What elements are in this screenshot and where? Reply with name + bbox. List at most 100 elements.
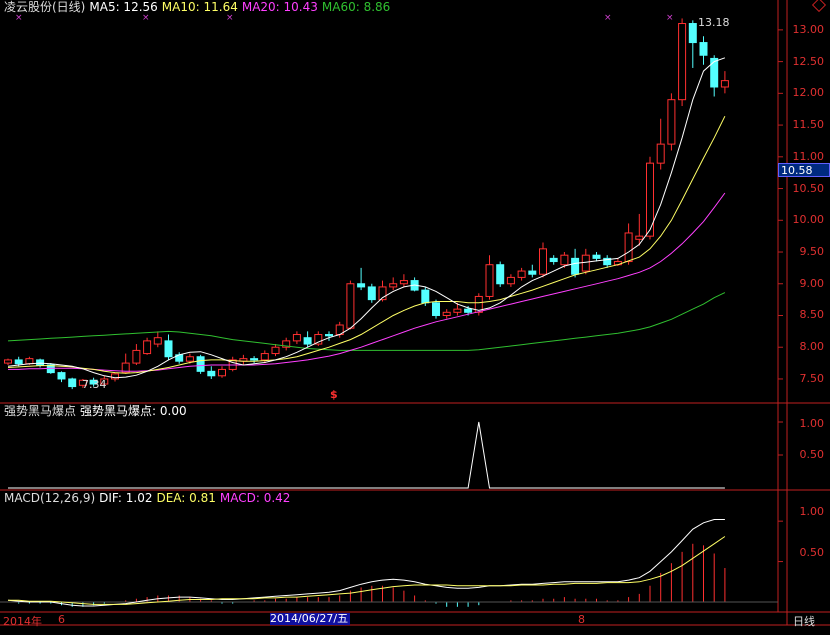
- macd-value-label: MACD: 0.42: [219, 491, 291, 505]
- macd-header: MACD(12,26,9) DIF: 1.02 DEA: 0.81 MACD: 0.4…: [4, 491, 294, 505]
- candle[interactable]: [432, 299, 440, 319]
- price-axis-label: 12.50: [792, 54, 825, 68]
- candle-body: [185, 356, 194, 362]
- candle-body: [560, 254, 569, 266]
- candle-body: [292, 334, 301, 342]
- price-axis-label: 10.50: [792, 181, 825, 195]
- candle-body: [539, 248, 547, 275]
- candle-body: [68, 378, 77, 388]
- price-axis-label: 9.00: [799, 276, 825, 290]
- candle-body: [506, 276, 515, 285]
- candle-body: [36, 359, 45, 366]
- indicator1-title: 强势黑马爆点: [4, 404, 77, 418]
- candle-body: [517, 270, 526, 278]
- year-label: 2014年: [3, 615, 42, 628]
- candle-body: [678, 23, 687, 101]
- stock-chart[interactable]: × × × × ×: [0, 0, 830, 635]
- candle-body: [464, 308, 473, 313]
- month-label-6: 6: [58, 613, 65, 626]
- candle-body: [143, 340, 152, 355]
- candle-body: [196, 356, 205, 372]
- price-axis-label: 11.00: [792, 149, 825, 163]
- top-x-marker-icon: ×: [142, 13, 150, 23]
- dif-label: DIF: 1.02: [99, 491, 153, 505]
- signal-dollar-icon: $: [330, 388, 338, 401]
- candle[interactable]: [667, 93, 676, 151]
- candle-body: [624, 232, 633, 263]
- candle-body: [432, 302, 440, 316]
- candle-body: [549, 257, 558, 263]
- candle-body: [720, 80, 729, 88]
- candle-body: [442, 311, 451, 316]
- candle-body: [592, 254, 601, 259]
- candle-body: [528, 270, 537, 275]
- ma20-label: MA20: 10.43: [241, 0, 318, 14]
- candle-body: [346, 283, 355, 329]
- ma5-label: MA5: 12.56: [89, 0, 158, 14]
- indicator1-axis-1: 1.00: [799, 417, 825, 430]
- candle-body: [421, 289, 430, 304]
- candle[interactable]: [678, 18, 687, 107]
- candle-body: [357, 283, 366, 288]
- indicator1-axis-0.5: 0.50: [799, 448, 825, 461]
- candle-body: [667, 99, 676, 145]
- indicator1-value: 强势黑马爆点: 0.00: [80, 404, 187, 418]
- month-label-8: 8: [578, 613, 585, 626]
- macd-axis-1: 1.00: [799, 505, 825, 518]
- date-cursor-box: 2014/06/27/五: [270, 612, 350, 625]
- top-x-marker-icon: ×: [604, 13, 612, 23]
- candle-body: [271, 346, 280, 355]
- ma60-label: MA60: 8.86: [321, 0, 391, 14]
- candle-body: [496, 264, 505, 285]
- candle-body: [635, 235, 644, 240]
- candle-body: [260, 353, 269, 361]
- top-x-marker-icon: ×: [666, 13, 674, 23]
- price-axis-label: 9.50: [799, 245, 825, 259]
- candle-body: [399, 280, 408, 285]
- price-axis-label: 7.50: [799, 371, 825, 385]
- candle[interactable]: [496, 261, 505, 287]
- price-axis-label: 12.00: [792, 86, 825, 100]
- dea-label: DEA: 0.81: [156, 491, 216, 505]
- candle-body: [656, 143, 665, 164]
- high-price-label: 13.18: [698, 16, 730, 29]
- period-button[interactable]: 日线: [793, 613, 815, 629]
- candle-body: [153, 337, 162, 345]
- candle[interactable]: [196, 354, 205, 374]
- price-axis-label: 13.00: [792, 22, 825, 36]
- candle[interactable]: [346, 280, 355, 330]
- candle-body: [218, 368, 226, 377]
- indicator1-header: 强势黑马爆点 强势黑马爆点: 0.00: [4, 404, 191, 418]
- low-price-label: 7.34: [82, 378, 107, 391]
- candle-body: [710, 57, 719, 88]
- price-axis-label: 8.00: [799, 340, 825, 354]
- candle-body: [250, 358, 259, 361]
- candle-body: [4, 359, 12, 364]
- price-axis-label: 11.50: [792, 118, 825, 132]
- price-axis-label: 8.50: [799, 308, 825, 322]
- candle-body: [164, 340, 173, 358]
- macd-axis-0.5: 0.50: [799, 546, 825, 559]
- top-x-marker-icon: ×: [226, 13, 234, 23]
- candle[interactable]: [367, 283, 376, 303]
- candle-body: [207, 370, 216, 377]
- chart-background: [0, 0, 830, 635]
- candle-body: [699, 42, 708, 56]
- current-price-tag: 10.58: [778, 163, 830, 177]
- candle-body: [132, 349, 141, 364]
- candle-body: [581, 254, 590, 272]
- price-axis-label: 10.00: [792, 213, 825, 227]
- top-x-marker-icon: ×: [15, 13, 23, 23]
- candle-body: [57, 372, 66, 380]
- candle-body: [25, 358, 34, 365]
- candle-body: [325, 334, 333, 337]
- candle-body: [571, 257, 580, 275]
- ma10-label: MA10: 11.64: [161, 0, 238, 14]
- candle-body: [485, 264, 494, 297]
- macd-title: MACD(12,26,9): [4, 491, 96, 505]
- price-header: 凌云股份(日线) MA5: 12.56 MA10: 11.64 MA20: 10.43…: [4, 0, 394, 14]
- candle[interactable]: [646, 156, 654, 240]
- candle-body: [367, 286, 376, 301]
- candle-body: [389, 283, 398, 288]
- candle-body: [14, 359, 23, 365]
